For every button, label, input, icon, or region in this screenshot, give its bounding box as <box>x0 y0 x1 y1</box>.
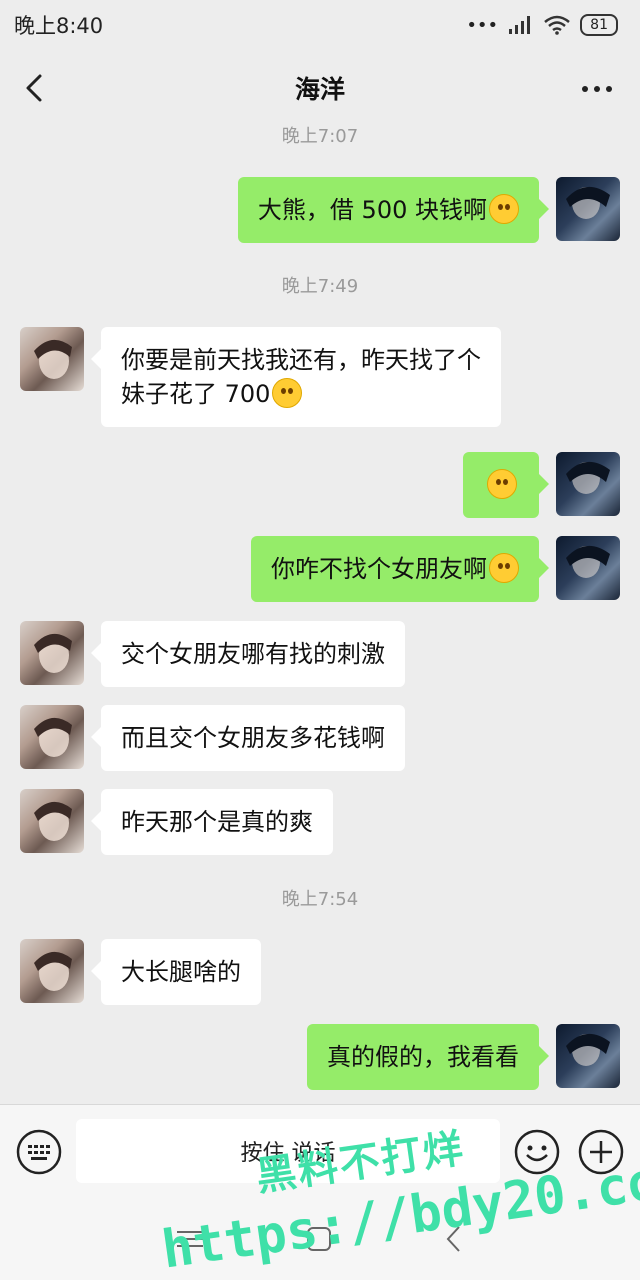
message-bubble[interactable]: 大长腿啥的 <box>91 939 261 1005</box>
back-arrow-icon[interactable] <box>18 70 54 106</box>
recent-apps-icon[interactable] <box>175 1230 205 1248</box>
message-text: 你要是前天找我还有，昨天找了个 妹子花了 700 <box>121 346 481 408</box>
message-bubble[interactable]: 昨天那个是真的爽 <box>91 789 333 855</box>
message-list[interactable]: 晚上7:07 大熊，借 500 块钱啊 晚上7:49 你要是前天找我还有，昨天找… <box>0 118 640 1104</box>
message-text: 真的假的，我看看 <box>327 1043 519 1071</box>
emoji-picker-icon[interactable] <box>514 1129 560 1175</box>
contact-avatar[interactable] <box>20 789 84 853</box>
message-bubble[interactable]: 大熊，借 500 块钱啊 <box>237 177 550 243</box>
wifi-icon <box>544 15 570 35</box>
dots-icon: ••• <box>466 14 499 36</box>
battery-indicator: 81 <box>580 14 618 36</box>
contact-avatar[interactable] <box>20 327 84 391</box>
my-avatar[interactable] <box>556 177 620 241</box>
contact-avatar[interactable] <box>20 705 84 769</box>
status-icons: ••• 81 <box>466 14 618 36</box>
timestamp: 晚上7:49 <box>281 276 359 297</box>
message-bubble[interactable]: 而且交个女朋友多花钱啊 <box>91 705 405 771</box>
more-options-icon[interactable] <box>582 86 612 92</box>
crying-laughing-emoji-icon <box>489 194 519 224</box>
message-bubble[interactable] <box>463 452 549 518</box>
hold-to-talk-button[interactable]: 按住 说话 <box>76 1119 500 1183</box>
contact-avatar[interactable] <box>20 621 84 685</box>
system-back-icon[interactable] <box>444 1224 464 1254</box>
my-avatar[interactable] <box>556 1024 620 1088</box>
grinning-emoji-icon <box>272 378 303 408</box>
message-text: 交个女朋友哪有找的刺激 <box>121 640 385 668</box>
message-bubble[interactable]: 真的假的，我看看 <box>307 1024 549 1090</box>
chat-header: 海洋 <box>0 50 640 126</box>
keyboard-icon[interactable] <box>16 1129 62 1175</box>
message-text: 而且交个女朋友多花钱啊 <box>121 724 385 752</box>
timestamp: 晚上7:54 <box>281 889 359 910</box>
flushed-emoji-icon <box>487 469 517 499</box>
message-text: 大熊，借 500 块钱啊 <box>257 196 487 224</box>
my-avatar[interactable] <box>556 452 620 516</box>
message-bubble[interactable]: 交个女朋友哪有找的刺激 <box>91 621 405 687</box>
status-time: 晚上8:40 <box>14 14 104 38</box>
message-text: 大长腿啥的 <box>121 958 241 986</box>
system-navigation-bar <box>0 1196 640 1280</box>
message-bubble[interactable]: 你要是前天找我还有，昨天找了个 妹子花了 700 <box>91 327 501 427</box>
contact-avatar[interactable] <box>20 939 84 1003</box>
message-text: 昨天那个是真的爽 <box>121 808 313 836</box>
message-text: 你咋不找个女朋友啊 <box>271 555 487 583</box>
my-avatar[interactable] <box>556 536 620 600</box>
add-attachment-icon[interactable] <box>578 1129 624 1175</box>
message-bubble[interactable]: 你咋不找个女朋友啊 <box>251 536 549 602</box>
signal-icon <box>509 16 531 34</box>
chat-title: 海洋 <box>294 75 345 104</box>
persevering-emoji-icon <box>489 553 519 583</box>
home-icon[interactable] <box>306 1226 332 1252</box>
status-bar: 晚上8:40 ••• 81 <box>0 0 640 50</box>
input-bar: 按住 说话 <box>0 1104 640 1196</box>
timestamp: 晚上7:07 <box>281 126 359 147</box>
